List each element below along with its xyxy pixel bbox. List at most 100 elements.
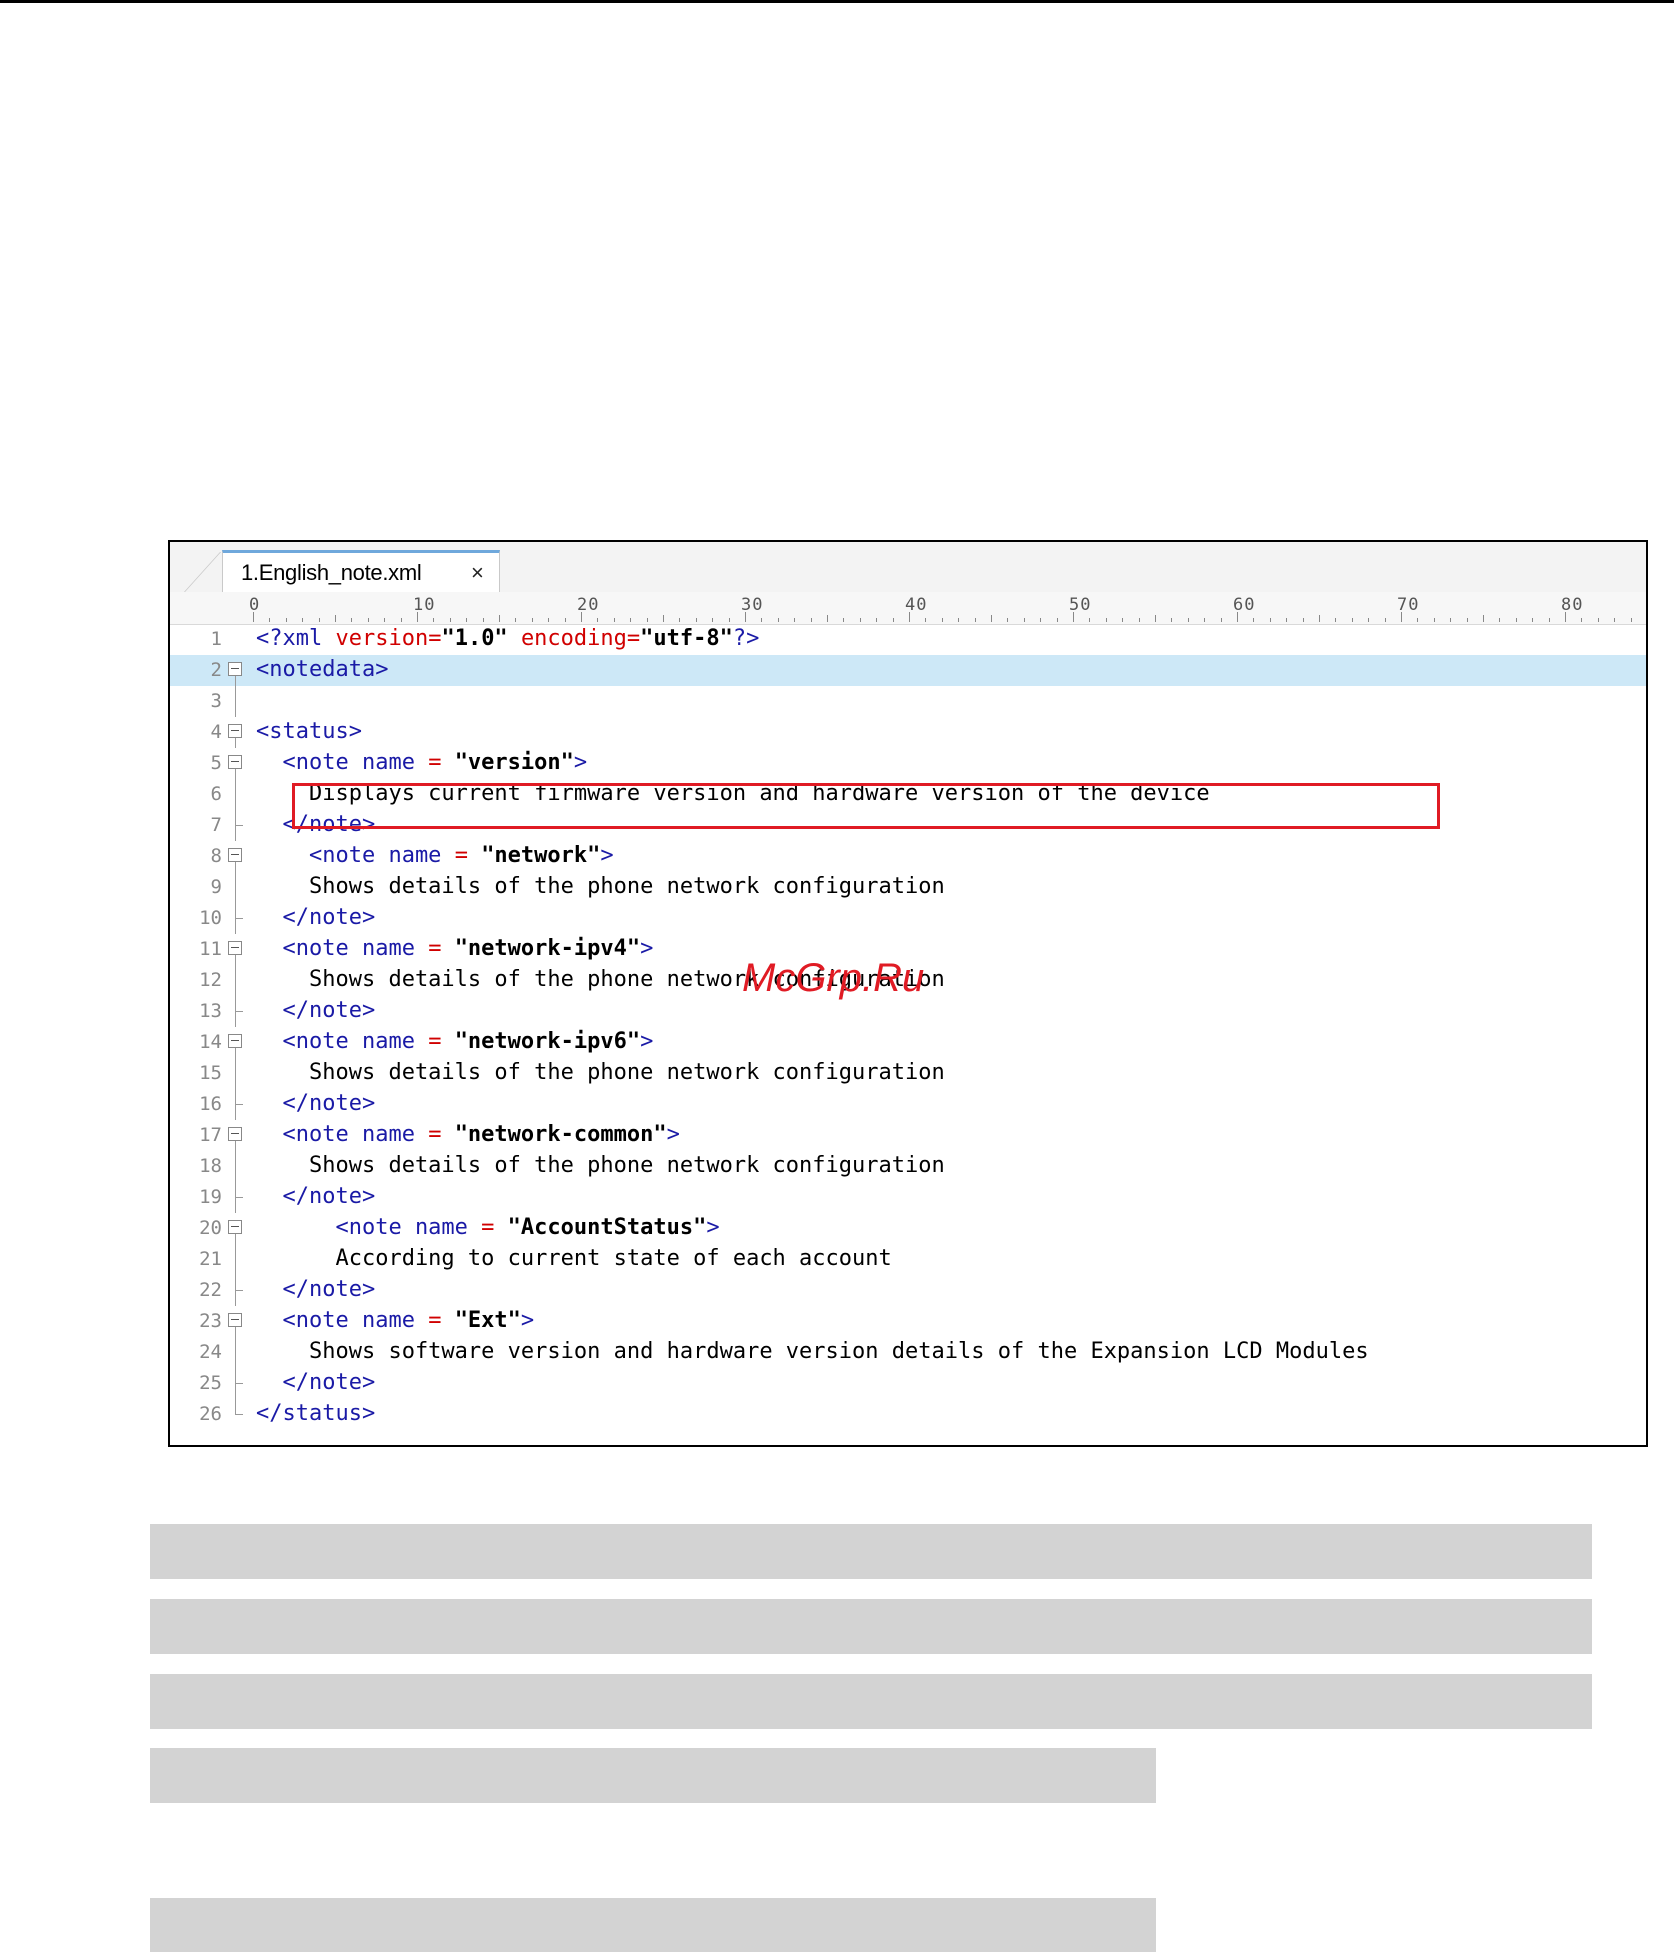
- code-line[interactable]: 24 Shows software version and hardware v…: [170, 1337, 1646, 1368]
- code-area[interactable]: 1 <?xml version="1.0" encoding="utf-8"?> 2…: [170, 624, 1646, 1445]
- line-number: 11: [199, 938, 222, 960]
- code-text: According to current state of each accou…: [256, 1246, 891, 1271]
- ruler-tick: [1269, 618, 1271, 622]
- fold-guide: [235, 1141, 236, 1151]
- code-line[interactable]: 2 <notedata>: [170, 655, 1646, 686]
- fold-collapse-icon[interactable]: [228, 941, 242, 955]
- code-token: =: [454, 843, 482, 868]
- code-line[interactable]: 5 <note name = "version">: [170, 748, 1646, 779]
- fold-gutter: [226, 1368, 246, 1399]
- redacted-text-line: [150, 1524, 1592, 1579]
- code-line[interactable]: 1 <?xml version="1.0" encoding="utf-8"?>: [170, 624, 1646, 655]
- ruler-tick: [564, 618, 566, 622]
- code-line[interactable]: 9 Shows details of the phone network con…: [170, 872, 1646, 903]
- ruler-tick: [515, 618, 517, 622]
- line-number: 23: [199, 1310, 222, 1332]
- fold-end-mark: [235, 1414, 243, 1415]
- code-line[interactable]: 23 <note name = "Ext">: [170, 1306, 1646, 1337]
- fold-gutter: [226, 624, 246, 655]
- fold-gutter: [226, 686, 246, 717]
- code-text: Shows software version and hardware vers…: [256, 1339, 1369, 1364]
- fold-gutter: [226, 1027, 246, 1058]
- fold-guide: [235, 676, 236, 686]
- code-line[interactable]: 25 </note>: [170, 1368, 1646, 1399]
- code-line[interactable]: 15 Shows details of the phone network co…: [170, 1058, 1646, 1089]
- line-number: 1: [210, 628, 222, 650]
- fold-collapse-icon[interactable]: [228, 1034, 242, 1048]
- ruler-tick: [449, 618, 451, 622]
- line-number: 17: [199, 1124, 222, 1146]
- fold-guide: [235, 738, 236, 748]
- line-number: 8: [210, 845, 222, 867]
- ruler-tick: [466, 618, 468, 622]
- fold-gutter: [226, 903, 246, 934]
- code-line[interactable]: 18 Shows details of the phone network co…: [170, 1151, 1646, 1182]
- ruler-tick: [958, 618, 960, 622]
- fold-collapse-icon[interactable]: [228, 724, 242, 738]
- code-line[interactable]: 7 </note>: [170, 810, 1646, 841]
- code-token: Shows details of the phone network confi…: [256, 874, 945, 899]
- code-token: =: [428, 936, 455, 961]
- code-token: =: [481, 1215, 508, 1240]
- code-line[interactable]: 14 <note name = "network-ipv6">: [170, 1027, 1646, 1058]
- fold-guide: [235, 686, 236, 717]
- code-text: <note name = "AccountStatus">: [256, 1215, 719, 1240]
- fold-gutter: [226, 934, 246, 965]
- fold-guide: [235, 1337, 236, 1368]
- fold-collapse-icon[interactable]: [228, 1313, 242, 1327]
- redacted-text-line: [150, 1674, 1592, 1729]
- code-line[interactable]: 8 <note name = "network">: [170, 841, 1646, 872]
- code-token: "AccountStatus": [507, 1215, 707, 1240]
- code-line[interactable]: 22 </note>: [170, 1275, 1646, 1306]
- code-line[interactable]: 16 </note>: [170, 1089, 1646, 1120]
- ruler-tick: [1286, 618, 1288, 622]
- fold-collapse-icon[interactable]: [228, 1220, 242, 1234]
- ruler-tick: [367, 618, 369, 622]
- redacted-text-line: [150, 1599, 1592, 1654]
- code-line[interactable]: 4 <status>: [170, 717, 1646, 748]
- code-line[interactable]: 20 <note name = "AccountStatus">: [170, 1213, 1646, 1244]
- fold-end-mark: [235, 825, 243, 826]
- close-icon[interactable]: ×: [471, 560, 484, 586]
- ruler-tick: [892, 618, 894, 622]
- code-token: >: [520, 1308, 535, 1333]
- code-token: Shows software version and hardware vers…: [256, 1339, 1369, 1364]
- code-text: </note>: [256, 1091, 375, 1116]
- fold-collapse-icon[interactable]: [228, 662, 242, 676]
- ruler-tick: [1450, 618, 1452, 622]
- code-text: <note name = "network-common">: [256, 1122, 679, 1147]
- line-number: 16: [199, 1093, 222, 1115]
- ruler-tick: [1122, 618, 1124, 622]
- ruler-tick: [794, 618, 796, 622]
- code-token: </note>: [256, 1277, 376, 1302]
- fold-guide: [235, 1244, 236, 1275]
- code-line[interactable]: 21 According to current state of each ac…: [170, 1244, 1646, 1275]
- code-line[interactable]: 3: [170, 686, 1646, 717]
- fold-collapse-icon[interactable]: [228, 755, 242, 769]
- fold-gutter: [226, 872, 246, 903]
- code-token: >: [600, 843, 614, 868]
- code-text: Shows details of the phone network confi…: [256, 1153, 945, 1178]
- code-text: <note name = "network">: [256, 843, 614, 868]
- code-line[interactable]: 26 </status>: [170, 1399, 1646, 1430]
- ruler-tick: [1351, 618, 1353, 622]
- code-line[interactable]: 10 </note>: [170, 903, 1646, 934]
- fold-collapse-icon[interactable]: [228, 1127, 242, 1141]
- fold-guide: [235, 769, 236, 779]
- code-line[interactable]: 19 </note>: [170, 1182, 1646, 1213]
- code-token: <note name: [256, 750, 429, 775]
- code-token: "version": [454, 750, 574, 775]
- fold-end-mark: [235, 1290, 243, 1291]
- line-number: 5: [210, 752, 222, 774]
- code-line[interactable]: 6 Displays current firmware version and …: [170, 779, 1646, 810]
- fold-collapse-icon[interactable]: [228, 848, 242, 862]
- ruler-tick: [1515, 618, 1517, 622]
- tab-english-note-xml[interactable]: 1.English_note.xml ×: [222, 550, 500, 592]
- code-token: >: [640, 1029, 654, 1054]
- code-text: <note name = "Ext">: [256, 1308, 534, 1333]
- fold-gutter: [226, 1058, 246, 1089]
- code-line[interactable]: 17 <note name = "network-common">: [170, 1120, 1646, 1151]
- ruler-tick: [318, 618, 320, 622]
- ruler-tick: [974, 618, 976, 622]
- fold-gutter: [226, 748, 246, 779]
